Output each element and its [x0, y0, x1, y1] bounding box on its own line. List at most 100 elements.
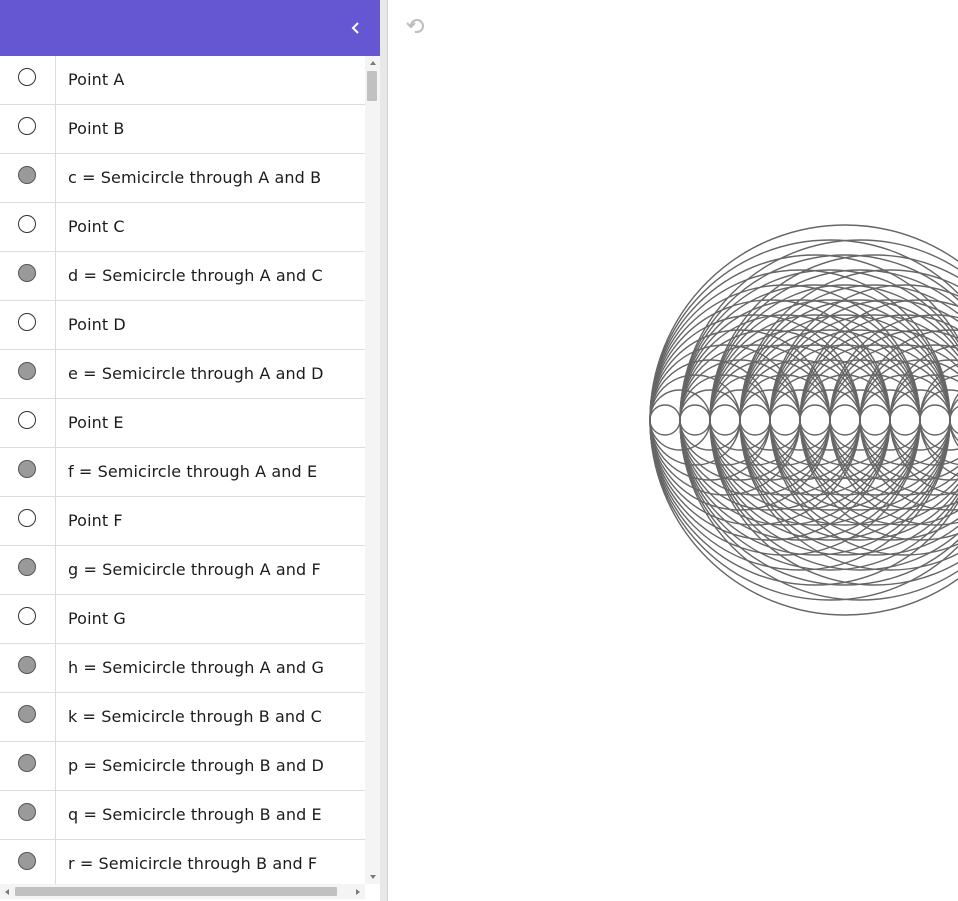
- visibility-toggle[interactable]: [18, 264, 36, 282]
- visibility-toggle[interactable]: [18, 656, 36, 674]
- row-label[interactable]: c = Semicircle through A and B: [68, 168, 321, 187]
- visibility-toggle[interactable]: [18, 215, 36, 233]
- semicircle-arc: [859, 374, 951, 466]
- visibility-toggle-cell: [0, 546, 56, 594]
- visibility-toggle[interactable]: [18, 460, 36, 478]
- semicircle-arc: [649, 224, 958, 616]
- semicircle-arc: [679, 344, 831, 496]
- semicircle-arc: [709, 344, 861, 496]
- row-label[interactable]: r = Semicircle through B and F: [68, 854, 317, 873]
- row-label[interactable]: Point E: [68, 413, 124, 432]
- visibility-toggle-cell: [0, 742, 56, 790]
- row-label[interactable]: q = Semicircle through B and E: [68, 805, 322, 824]
- row-label[interactable]: k = Semicircle through B and C: [68, 707, 322, 726]
- algebra-row[interactable]: Point D: [0, 301, 365, 350]
- semicircle-arc: [739, 344, 891, 496]
- semicircle-arc: [829, 374, 921, 466]
- semicircle-arc: [769, 404, 801, 436]
- vertical-scrollbar[interactable]: [365, 56, 380, 884]
- collapse-algebra-button[interactable]: [342, 14, 370, 42]
- row-label[interactable]: Point A: [68, 70, 124, 89]
- horizontal-scrollbar[interactable]: [0, 884, 365, 899]
- graphics-view[interactable]: [388, 0, 958, 901]
- visibility-toggle-cell: [0, 56, 56, 104]
- semicircle-arc: [739, 404, 771, 436]
- scroll-right-arrow-icon[interactable]: [351, 884, 365, 899]
- algebra-row[interactable]: e = Semicircle through A and D: [0, 350, 365, 399]
- row-label[interactable]: Point F: [68, 511, 123, 530]
- algebra-row[interactable]: Point G: [0, 595, 365, 644]
- semicircle-arc: [799, 314, 958, 526]
- row-label[interactable]: Point B: [68, 119, 125, 138]
- visibility-toggle-cell: [0, 693, 56, 741]
- algebra-view-panel: Point A Point B c = Semicircle through A a…: [0, 0, 380, 901]
- semicircle-arc: [769, 374, 861, 466]
- algebra-row[interactable]: h = Semicircle through A and G: [0, 644, 365, 693]
- visibility-toggle[interactable]: [18, 313, 36, 331]
- visibility-toggle[interactable]: [18, 362, 36, 380]
- visibility-toggle[interactable]: [18, 607, 36, 625]
- row-label[interactable]: e = Semicircle through A and D: [68, 364, 324, 383]
- semicircle-arc: [679, 239, 958, 601]
- algebra-row[interactable]: f = Semicircle through A and E: [0, 448, 365, 497]
- semicircle-arc: [679, 374, 771, 466]
- semicircle-drawing: [649, 224, 958, 616]
- semicircle-arc: [649, 344, 801, 496]
- semicircle-arc: [949, 393, 958, 447]
- visibility-toggle-cell: [0, 791, 56, 839]
- visibility-toggle-cell: [0, 399, 56, 447]
- visibility-toggle[interactable]: [18, 558, 36, 576]
- visibility-toggle[interactable]: [18, 509, 36, 527]
- algebra-row[interactable]: r = Semicircle through B and F: [0, 840, 365, 884]
- row-label[interactable]: g = Semicircle through A and F: [68, 560, 321, 579]
- undo-button[interactable]: [404, 16, 428, 40]
- algebra-row[interactable]: Point C: [0, 203, 365, 252]
- semicircle-arc: [799, 404, 831, 436]
- visibility-toggle[interactable]: [18, 411, 36, 429]
- visibility-toggle[interactable]: [18, 754, 36, 772]
- row-label[interactable]: p = Semicircle through B and D: [68, 756, 324, 775]
- scroll-up-arrow-icon[interactable]: [365, 56, 380, 70]
- visibility-toggle[interactable]: [18, 166, 36, 184]
- visibility-toggle[interactable]: [18, 803, 36, 821]
- row-label[interactable]: d = Semicircle through A and C: [68, 266, 323, 285]
- visibility-toggle-cell: [0, 203, 56, 251]
- algebra-row[interactable]: d = Semicircle through A and C: [0, 252, 365, 301]
- visibility-toggle[interactable]: [18, 117, 36, 135]
- semicircle-arc: [919, 374, 958, 466]
- visibility-toggle[interactable]: [18, 68, 36, 86]
- algebra-row[interactable]: c = Semicircle through A and B: [0, 154, 365, 203]
- semicircle-arc: [919, 404, 951, 436]
- visibility-toggle-cell: [0, 497, 56, 545]
- algebra-row[interactable]: Point A: [0, 56, 365, 105]
- row-label[interactable]: f = Semicircle through A and E: [68, 462, 317, 481]
- algebra-row[interactable]: p = Semicircle through B and D: [0, 742, 365, 791]
- algebra-row[interactable]: Point B: [0, 105, 365, 154]
- algebra-row[interactable]: k = Semicircle through B and C: [0, 693, 365, 742]
- horizontal-scroll-thumb[interactable]: [15, 887, 337, 896]
- semicircle-arc: [859, 404, 891, 436]
- semicircle-arc: [649, 374, 741, 466]
- vertical-scroll-thumb[interactable]: [367, 71, 377, 101]
- scroll-left-arrow-icon[interactable]: [0, 884, 14, 899]
- row-label[interactable]: Point D: [68, 315, 126, 334]
- row-label[interactable]: Point G: [68, 609, 126, 628]
- algebra-row[interactable]: Point E: [0, 399, 365, 448]
- semicircle-arc: [769, 344, 921, 496]
- visibility-toggle-cell: [0, 595, 56, 643]
- semicircle-arc: [799, 374, 891, 466]
- semicircle-arc: [889, 404, 921, 436]
- row-label[interactable]: Point C: [68, 217, 125, 236]
- algebra-row[interactable]: q = Semicircle through B and E: [0, 791, 365, 840]
- visibility-toggle[interactable]: [18, 852, 36, 870]
- scroll-down-arrow-icon[interactable]: [365, 870, 380, 884]
- semicircle-arc: [709, 404, 741, 436]
- semicircle-arc: [799, 344, 951, 496]
- chevron-left-icon: [351, 22, 359, 34]
- row-label[interactable]: h = Semicircle through A and G: [68, 658, 324, 677]
- visibility-toggle[interactable]: [18, 705, 36, 723]
- semicircle-arc: [889, 374, 958, 466]
- algebra-row[interactable]: g = Semicircle through A and F: [0, 546, 365, 595]
- algebra-row[interactable]: Point F: [0, 497, 365, 546]
- panel-divider[interactable]: [380, 0, 388, 901]
